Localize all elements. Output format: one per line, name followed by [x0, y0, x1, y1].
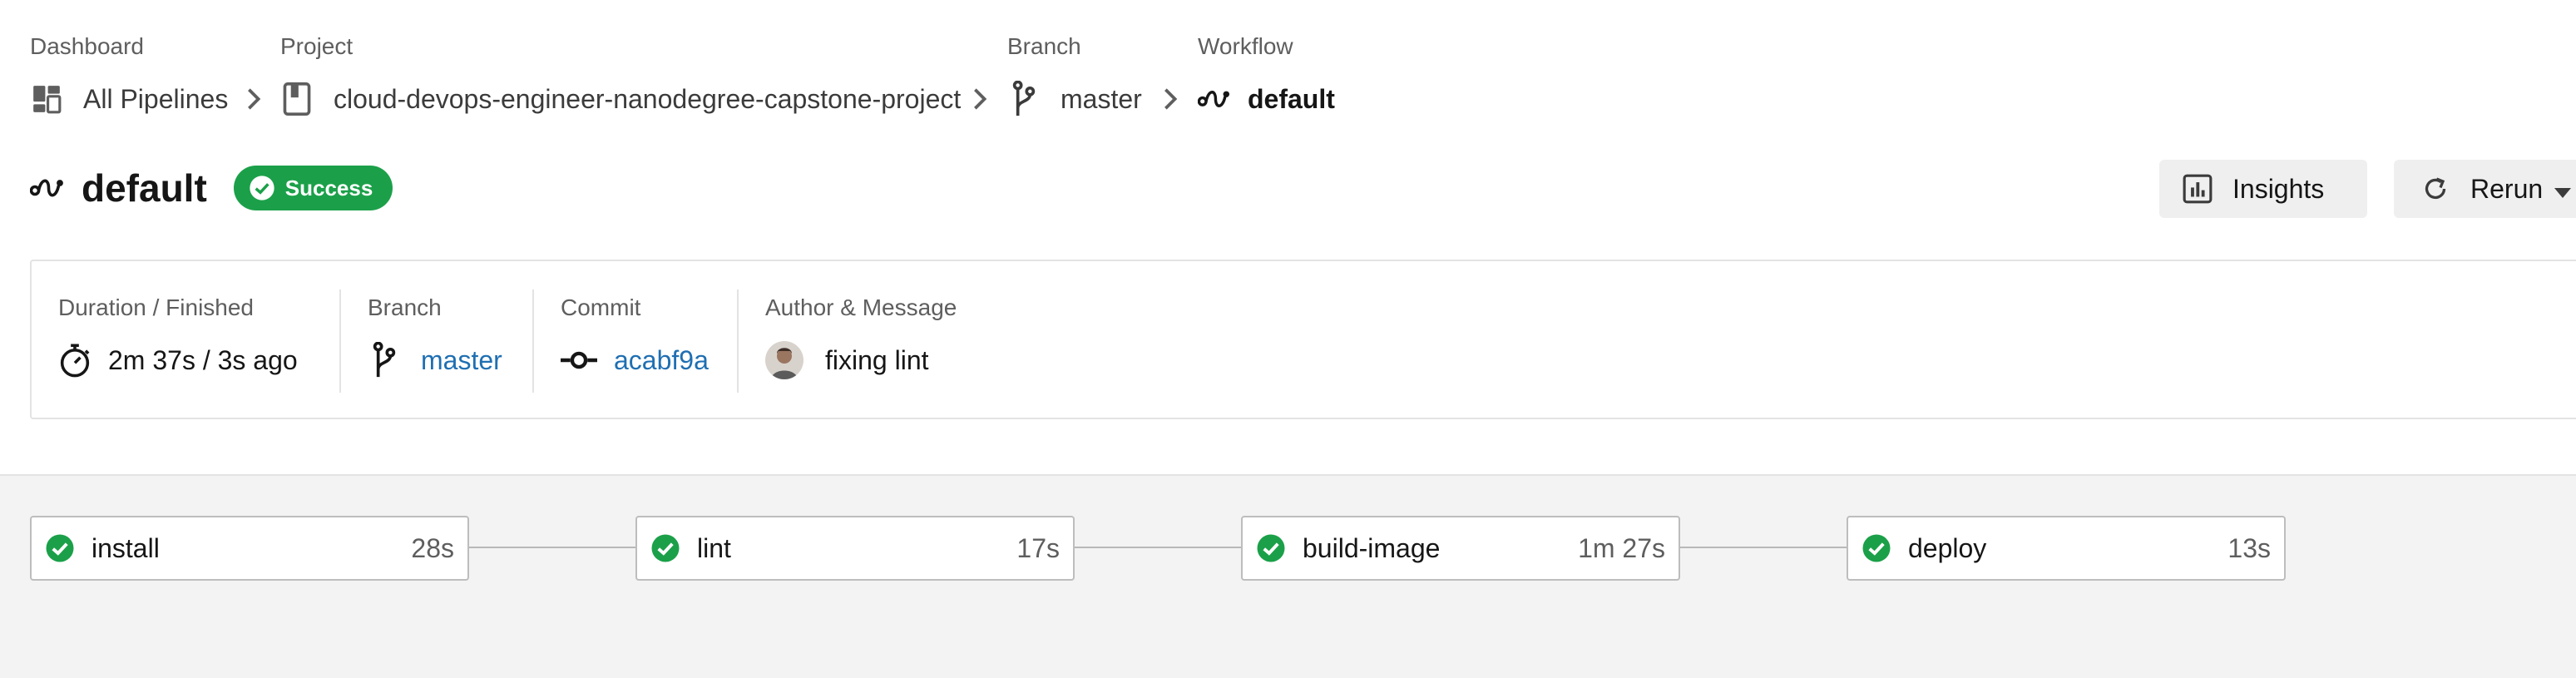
commit-link[interactable]: acabf9a — [614, 345, 709, 376]
dashboard-icon — [30, 82, 63, 116]
workflow-summary-card: Duration / Finished 2m 37s / 3s ago Bran… — [30, 260, 2576, 419]
commit-label: Commit — [561, 294, 641, 320]
check-circle-icon — [250, 176, 274, 200]
author-section: Author & Message fixing lint — [739, 261, 1238, 418]
commit-message: fixing lint — [825, 344, 929, 375]
page-header: default Success — [30, 161, 393, 215]
job-lint[interactable]: lint 17s — [635, 516, 1075, 581]
status-badge-label: Success — [284, 175, 373, 200]
job-connector — [1680, 547, 1847, 548]
success-check-icon — [651, 534, 680, 562]
breadcrumb-labels: Dashboard Project Branch Workflow — [0, 33, 2576, 62]
breadcrumb-branch-label: master — [1061, 83, 1142, 114]
breadcrumb-label-workflow: Workflow — [1198, 33, 1293, 59]
author-label: Author & Message — [765, 294, 957, 320]
insights-button-label: Insights — [2232, 173, 2325, 204]
author-value: fixing lint — [765, 341, 929, 379]
job-connector — [469, 547, 635, 548]
refresh-icon — [2419, 172, 2452, 205]
branch-link[interactable]: master — [421, 345, 502, 376]
success-check-icon — [1862, 534, 1891, 562]
job-duration: 1m 27s — [1578, 532, 1665, 563]
branch-icon — [368, 342, 401, 378]
job-name: build-image — [1303, 532, 1441, 563]
success-check-icon — [46, 534, 74, 562]
job-name: deploy — [1908, 532, 1987, 563]
chevron-right-icon — [968, 80, 991, 118]
duration-value: 2m 37s / 3s ago — [58, 341, 298, 379]
workflow-icon — [30, 170, 67, 206]
breadcrumb-label-project: Project — [280, 33, 354, 59]
insights-button[interactable]: Insights — [2159, 160, 2367, 218]
job-install[interactable]: install 28s — [30, 516, 469, 581]
commit-value: acabf9a — [561, 341, 709, 379]
job-name: install — [91, 532, 160, 563]
rerun-button-label: Rerun — [2470, 173, 2544, 204]
job-deploy[interactable]: deploy 13s — [1847, 516, 2286, 581]
insights-chart-icon — [2181, 172, 2214, 205]
branch-icon — [1007, 81, 1041, 116]
job-duration: 13s — [2227, 532, 2271, 563]
page-title: default — [82, 166, 207, 210]
breadcrumb-workflow-label: default — [1248, 83, 1335, 114]
breadcrumb-workflow[interactable]: default — [1198, 80, 1335, 118]
breadcrumb: All Pipelines cloud-devops-engineer-nano… — [0, 80, 2576, 118]
breadcrumb-all-pipelines-label: All Pipelines — [83, 83, 229, 114]
project-icon — [280, 82, 314, 116]
breadcrumb-project-label: cloud-devops-engineer-nanodegree-capston… — [334, 83, 962, 114]
breadcrumb-label-dashboard: Dashboard — [30, 33, 144, 59]
chevron-right-icon — [242, 80, 265, 118]
breadcrumb-all-pipelines[interactable]: All Pipelines — [30, 80, 228, 118]
avatar[interactable] — [765, 341, 803, 379]
branch-value: master — [368, 341, 502, 379]
success-check-icon — [1257, 534, 1285, 562]
rerun-button[interactable]: Rerun — [2394, 160, 2576, 218]
breadcrumb-branch[interactable]: master — [1007, 80, 1142, 118]
branch-label: Branch — [368, 294, 442, 320]
breadcrumb-label-branch: Branch — [1007, 33, 1081, 59]
breadcrumb-project[interactable]: cloud-devops-engineer-nanodegree-capston… — [280, 80, 961, 118]
job-build-image[interactable]: build-image 1m 27s — [1241, 516, 1680, 581]
job-name: lint — [697, 532, 731, 563]
workflow-icon — [1198, 82, 1231, 116]
caret-down-icon — [2554, 174, 2572, 205]
duration-label: Duration / Finished — [58, 294, 255, 320]
commit-section: Commit acabf9a — [534, 261, 737, 418]
commit-icon — [561, 344, 597, 377]
job-duration: 17s — [1016, 532, 1060, 563]
job-connector — [1075, 547, 1241, 548]
job-duration: 28s — [411, 532, 454, 563]
duration-section: Duration / Finished 2m 37s / 3s ago — [32, 261, 341, 418]
status-badge: Success — [233, 166, 393, 210]
branch-section: Branch master — [341, 261, 532, 418]
chevron-right-icon — [1159, 80, 1182, 118]
stopwatch-icon — [58, 344, 91, 378]
duration-text: 2m 37s / 3s ago — [108, 344, 298, 375]
